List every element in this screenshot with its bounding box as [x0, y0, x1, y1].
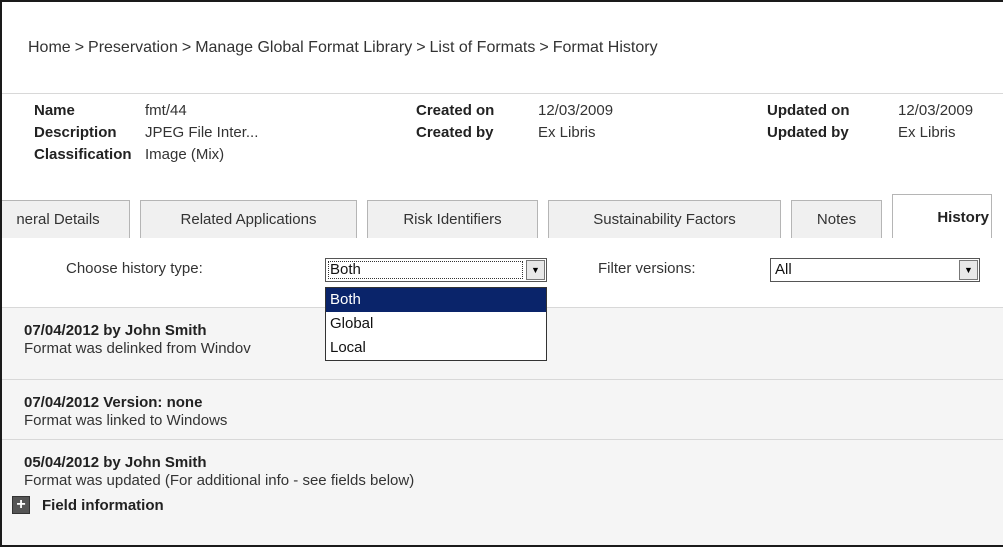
history-entry-desc: Format was updated (For additional info … — [24, 472, 415, 489]
tab-sustainability-factors[interactable]: Sustainability Factors — [548, 200, 781, 238]
breadcrumb-preservation[interactable]: Preservation — [88, 39, 178, 57]
breadcrumb-current: Format History — [552, 38, 658, 56]
history-entry: 07/04/2012 Version: none Format was link… — [2, 379, 1003, 439]
chevron-down-icon[interactable]: ▼ — [526, 260, 545, 280]
history-entry-title: 07/04/2012 Version: none — [24, 394, 203, 411]
updated-by-label: Updated by — [767, 124, 849, 141]
chevron-down-icon[interactable]: ▼ — [959, 260, 978, 280]
classification-label: Classification — [34, 146, 132, 163]
updated-on-label: Updated on — [767, 102, 850, 119]
breadcrumb-separator: > — [539, 38, 549, 56]
history-type-dropdown: Both Global Local — [325, 287, 547, 361]
breadcrumb-separator: > — [416, 38, 426, 56]
tab-related-applications-label: Related Applications — [180, 211, 317, 228]
updated-on-value: 12/03/2009 — [898, 102, 974, 119]
versions-label: Filter versions: — [598, 260, 696, 277]
tab-general-details-label: neral Details — [16, 211, 100, 228]
tab-general-details[interactable]: neral Details — [2, 200, 130, 238]
history-entry: 05/04/2012 by John Smith Format was upda… — [2, 439, 1003, 545]
name-label: Name — [34, 102, 75, 119]
field-information-toggle[interactable]: + Field information — [12, 496, 1003, 514]
versions-select[interactable]: All ▼ — [770, 258, 980, 282]
tab-sustainability-factors-label: Sustainability Factors — [593, 211, 736, 228]
created-by-label: Created by — [416, 124, 494, 141]
format-info-panel: Name Description Classification fmt/44 J… — [2, 90, 1003, 182]
created-on-value: 12/03/2009 — [538, 102, 614, 119]
breadcrumb: Home > Preservation > Manage Global Form… — [2, 2, 1003, 94]
field-information-label: Field information — [42, 496, 164, 514]
tab-notes[interactable]: Notes — [791, 200, 882, 238]
history-type-value: Both — [330, 261, 361, 278]
classification-value: Image (Mix) — [145, 146, 225, 163]
tab-history-label: History — [937, 208, 989, 226]
created-on-label: Created on — [416, 102, 495, 119]
dropdown-option-both[interactable]: Both — [326, 288, 546, 312]
tab-risk-identifiers[interactable]: Risk Identifiers — [367, 200, 538, 238]
breadcrumb-home[interactable]: Home — [28, 39, 71, 57]
breadcrumb-separator: > — [74, 38, 85, 56]
versions-value: All — [775, 261, 792, 278]
dropdown-option-local[interactable]: Local — [326, 336, 546, 360]
tab-related-applications[interactable]: Related Applications — [140, 200, 357, 238]
tab-history[interactable]: History — [892, 194, 992, 239]
history-entry-title: 05/04/2012 by John Smith — [24, 454, 207, 471]
name-value: fmt/44 — [145, 102, 187, 119]
history-type-label: Choose history type: — [66, 260, 203, 277]
tab-risk-identifiers-label: Risk Identifiers — [403, 211, 502, 228]
app-frame: Home > Preservation > Manage Global Form… — [0, 0, 1003, 547]
updated-by-value: Ex Libris — [898, 124, 956, 141]
plus-icon[interactable]: + — [12, 496, 30, 514]
tab-bar: neral Details Related Applications Risk … — [2, 188, 1003, 239]
description-label: Description — [34, 124, 117, 141]
history-entry-desc: Format was linked to Windows — [24, 412, 228, 429]
breadcrumb-separator: > — [181, 38, 192, 56]
tab-notes-label: Notes — [816, 211, 857, 228]
breadcrumb-list-formats[interactable]: List of Formats — [430, 39, 536, 57]
history-type-select[interactable]: Both ▼ — [325, 258, 547, 282]
breadcrumb-manage-library[interactable]: Manage Global Format Library — [195, 39, 412, 57]
created-by-value: Ex Libris — [538, 124, 596, 141]
description-value: JPEG File Inter... — [145, 124, 259, 141]
dropdown-option-global[interactable]: Global — [326, 312, 546, 336]
